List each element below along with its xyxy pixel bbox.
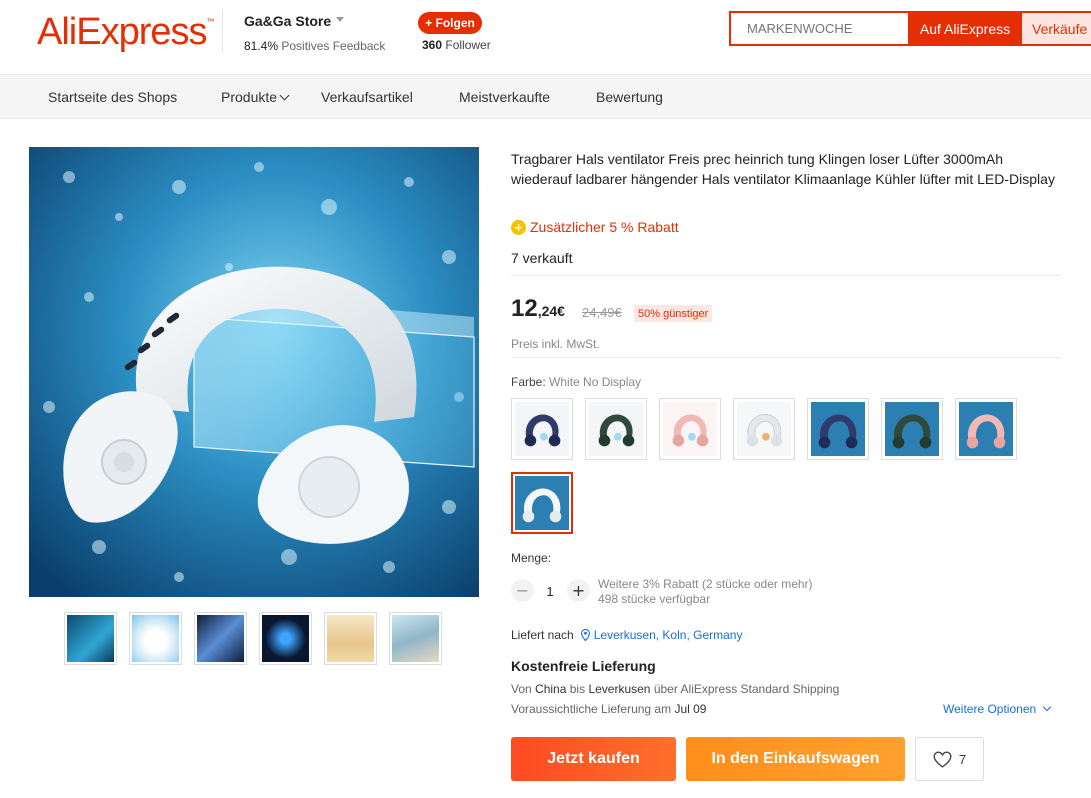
product-title: Tragbarer Hals ventilator Freis prec hei… [511, 151, 1055, 187]
nav-item-home[interactable]: Startseite des Shops [48, 89, 177, 105]
green-fan-scene-icon [885, 402, 939, 456]
chevron-down-icon [279, 90, 290, 101]
sold-count: 7 verkauft [511, 250, 573, 266]
buy-now-button[interactable]: Jetzt kaufen [511, 737, 676, 781]
thumbnail-6[interactable] [389, 612, 442, 665]
store-feedback: 81.4% Positives Feedback [244, 39, 385, 53]
thumbnail-5[interactable] [324, 612, 377, 665]
discount-badge: 50% günstiger [634, 305, 713, 322]
aliexpress-logo[interactable]: AliExpress™ [37, 11, 215, 54]
store-name[interactable]: Ga&Ga Store [244, 13, 331, 29]
quantity-label: Menge: [511, 551, 552, 565]
color-swatch-1[interactable] [511, 398, 573, 460]
eta-date: Jul 09 [674, 702, 707, 716]
thumbnail-3[interactable] [194, 612, 247, 665]
quantity-value[interactable]: 1 [541, 584, 559, 599]
feedback-label: Positives Feedback [281, 39, 386, 53]
caret-down-icon[interactable] [336, 17, 344, 22]
ship-desc-prefix: Von [511, 682, 532, 696]
search-input[interactable] [729, 11, 909, 46]
thumbnail-2[interactable] [129, 612, 182, 665]
neck-fan-image [29, 147, 479, 597]
selected-color-value: White No Display [549, 375, 642, 389]
nav-item-sale[interactable]: Verkaufsartikel [321, 89, 413, 105]
navy-fan-icon [515, 402, 569, 456]
shipping-title: Kostenfreie Lieferung [511, 658, 656, 674]
thumbnail-image [132, 615, 179, 662]
ship-to-city: Leverkusen [588, 682, 651, 696]
extra-discount-label: Zusätzlicher 5 % Rabatt [530, 219, 679, 235]
search-aliexpress-button[interactable]: Auf AliExpress [908, 11, 1022, 46]
color-label-title: Farbe: [511, 375, 546, 389]
wishlist-button[interactable]: 7 [915, 737, 984, 781]
more-shipping-options[interactable]: Weitere Optionen [943, 702, 1052, 716]
nav-item-products-label: Produkte [221, 89, 278, 105]
pink-fan-scene-icon [959, 402, 1013, 456]
divider [511, 357, 1061, 358]
green-fan-icon [589, 402, 643, 456]
tax-note: Preis inkl. MwSt. [511, 337, 600, 351]
color-swatch-8[interactable] [511, 472, 573, 534]
ship-to-label: Liefert nach [511, 628, 574, 642]
product-main-image[interactable] [29, 147, 479, 597]
color-swatch-6[interactable] [881, 398, 943, 460]
color-swatch-3[interactable] [659, 398, 721, 460]
quantity-discount-note: Weitere 3% Rabatt (2 stücke oder mehr) [598, 577, 813, 591]
quantity-info: Weitere 3% Rabatt (2 stücke oder mehr) 4… [598, 577, 813, 607]
nav-item-products[interactable]: Produkte [221, 89, 290, 105]
pink-fan-icon [663, 402, 717, 456]
header: AliExpress™ Ga&Ga Store 81.4% Positives … [0, 0, 1091, 75]
color-swatch-7[interactable] [955, 398, 1017, 460]
heart-icon [933, 750, 952, 768]
extra-discount[interactable]: + Zusätzlicher 5 % Rabatt [511, 219, 679, 235]
price-integer: 12 [511, 295, 538, 322]
feedback-percent: 81.4% [244, 39, 279, 53]
quantity-increase-button[interactable]: + [567, 579, 590, 602]
thumbnail-image [392, 615, 439, 662]
wishlist-count: 7 [958, 751, 967, 767]
navy-fan-scene-icon [811, 402, 865, 456]
quantity-available: 498 stücke verfügbar [598, 592, 711, 606]
add-to-cart-button[interactable]: In den Einkaufswagen [686, 737, 905, 781]
divider [511, 275, 1061, 276]
ship-location-link[interactable]: Leverkusen, Koln, Germany [594, 628, 743, 642]
thumbnail-image [197, 615, 244, 662]
color-swatch-2[interactable] [585, 398, 647, 460]
follower-number: 360 [422, 38, 443, 52]
shipping-description: Von China bis Leverkusen über AliExpress… [511, 682, 839, 696]
quantity-decrease-button[interactable]: − [511, 579, 534, 602]
thumbnail-image [327, 615, 374, 662]
follower-label: Follower [445, 38, 491, 52]
current-price: 12,24€ [511, 295, 565, 323]
header-divider [222, 10, 223, 52]
thumbnail-image [262, 615, 309, 662]
chevron-down-icon [1042, 702, 1052, 712]
color-swatch-5[interactable] [807, 398, 869, 460]
location-pin-icon [580, 629, 590, 641]
eta-label: Voraussichtliche Lieferung am [511, 702, 672, 716]
follower-count: 360 Follower [422, 38, 491, 52]
more-options-label: Weitere Optionen [943, 702, 1037, 716]
ship-desc-suffix: über AliExpress Standard Shipping [653, 682, 840, 696]
nav-item-reviews[interactable]: Bewertung [596, 89, 663, 105]
thumbnail-image [67, 615, 114, 662]
plus-coin-icon: + [511, 219, 526, 235]
ship-to: Liefert nach Leverkusen, Koln, Germany [511, 628, 742, 642]
color-label: Farbe: White No Display [511, 375, 641, 389]
price-fraction: ,24€ [537, 303, 565, 319]
white-fan-icon [737, 402, 791, 456]
follow-button[interactable]: + Folgen [418, 12, 482, 34]
ship-from: China [535, 682, 567, 696]
white-fan-scene-icon [515, 476, 569, 530]
store-nav: Startseite des Shops Produkte Verkaufsar… [0, 75, 1091, 119]
shipping-eta: Voraussichtliche Lieferung am Jul 09 [511, 702, 706, 716]
search-store-button[interactable]: Verkäufe [1022, 11, 1091, 46]
color-swatch-4[interactable] [733, 398, 795, 460]
nav-item-bestsellers[interactable]: Meistverkaufte [459, 89, 550, 105]
thumbnail-1[interactable] [64, 612, 117, 665]
ship-desc-mid: bis [569, 682, 586, 696]
thumbnail-4[interactable] [259, 612, 312, 665]
original-price: 24,49€ [582, 305, 622, 320]
